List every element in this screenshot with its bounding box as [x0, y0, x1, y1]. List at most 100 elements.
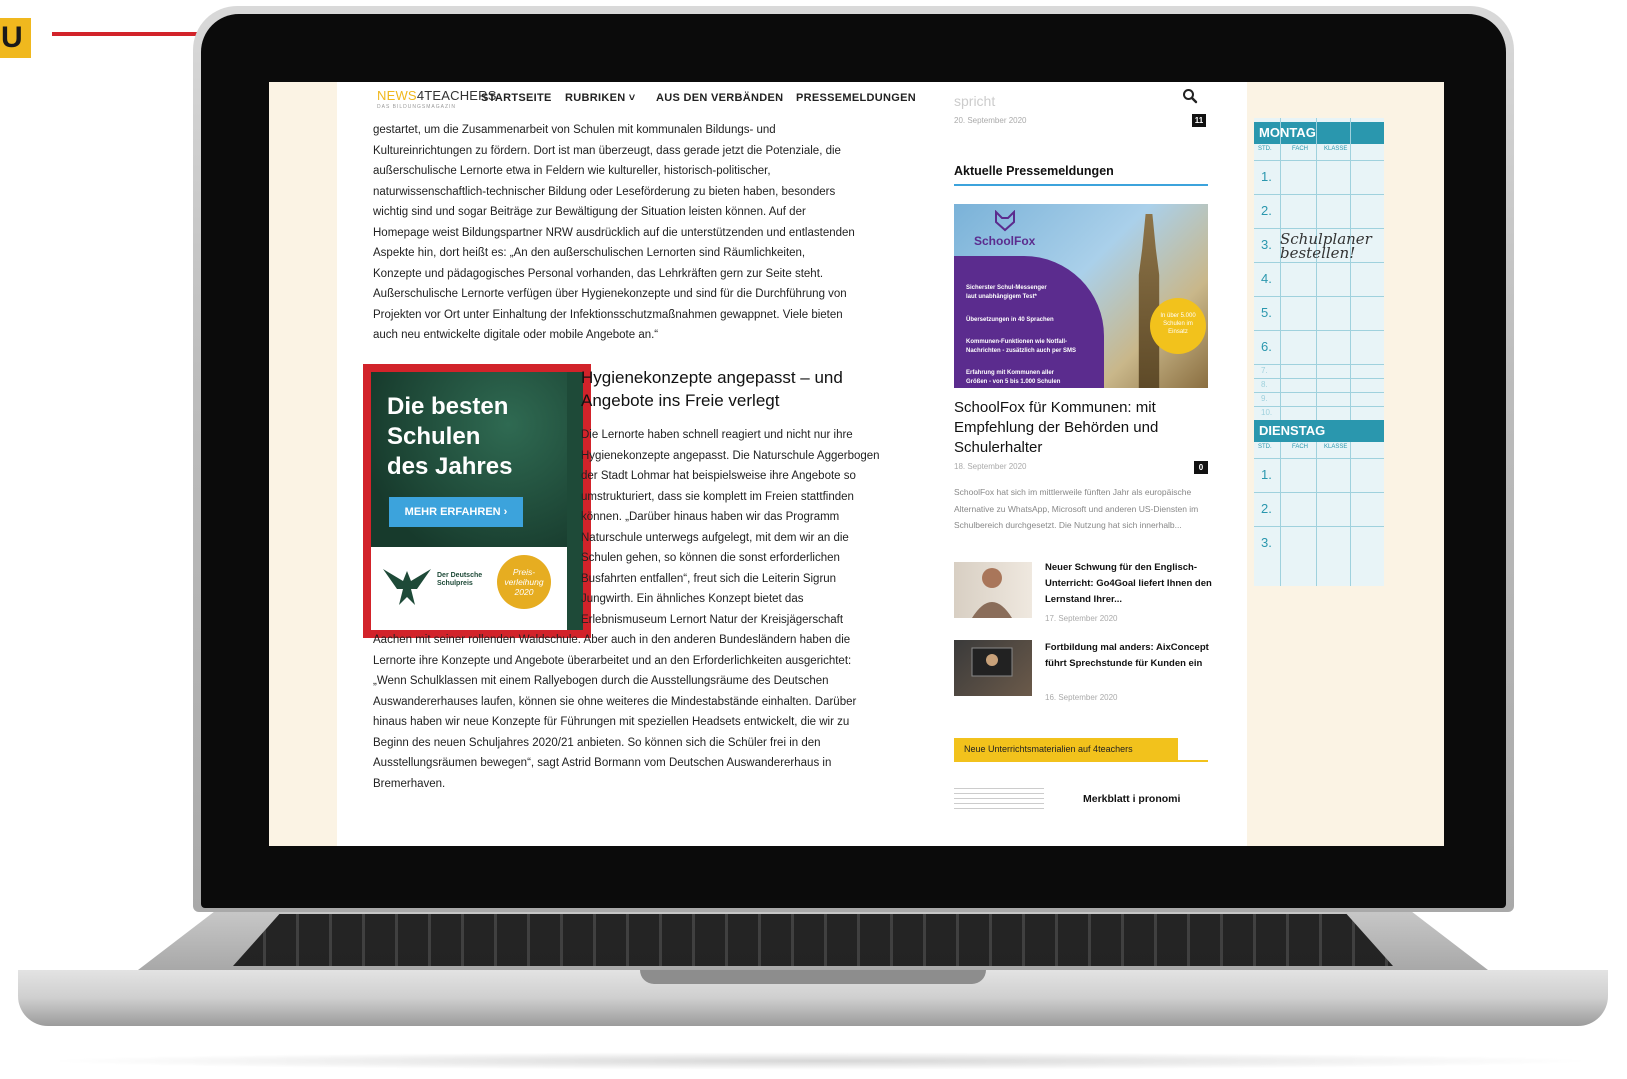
keyboard — [233, 914, 1393, 966]
laptop-shadow — [40, 1052, 1600, 1070]
planner-col-label: KLASSE — [1324, 146, 1348, 152]
sidebar-main-date: 18. September 2020 — [954, 462, 1027, 471]
text-line: Lernorte ihre Konzepte und Angebote über… — [373, 654, 852, 667]
person-photo-icon — [972, 568, 1012, 618]
sidebar-item-date: 16. September 2020 — [1045, 693, 1118, 702]
sidebar-faded-title[interactable]: spricht — [954, 92, 995, 110]
text-line: „Wenn Schulklassen mit einem Rallyebogen… — [373, 675, 829, 687]
text-line: Konzepte und pädagogisches Personal vorh… — [373, 267, 824, 280]
planner-row-number: 2. — [1261, 501, 1272, 516]
planner-row-number: 3. — [1261, 237, 1272, 252]
ad-brand-line: Der Deutsche — [437, 572, 483, 579]
planner-row: 4. — [1254, 262, 1384, 294]
ad-brand-line: Schulpreis — [437, 580, 473, 587]
ad-more-button[interactable]: MEHR ERFAHREN › — [389, 497, 523, 527]
logo-news: NEWS — [377, 88, 417, 103]
text-line: Aachen mit seiner rollenden Waldschule. … — [373, 634, 851, 646]
planner-col-label: STD. — [1258, 146, 1272, 152]
heading-line: Angebote ins Freie verlegt — [581, 391, 780, 410]
clocktower-shape — [1138, 214, 1160, 388]
article-paragraph-1: gestartet, um die Zusammenarbeit von Sch… — [373, 120, 855, 346]
text-line: hinaus haben wir neue Konzepte für Führu… — [373, 716, 850, 728]
nav-pressemeldungen[interactable]: PRESSEMELDUNGEN — [796, 92, 916, 104]
text-line: Erlebnismuseum Lernort Natur der Kreisjä… — [581, 613, 844, 626]
sidebar-main-excerpt: SchoolFox hat sich im mittlerweile fünft… — [954, 487, 1199, 530]
promo-line: Größen - von 5 bis 1.000 Schulen — [966, 379, 1061, 385]
text-line: Schulen gehen, so können die sonst erfor… — [581, 552, 840, 564]
planner-row: 2. — [1254, 194, 1384, 226]
thumbnail-image[interactable] — [954, 640, 1032, 696]
video-call-icon — [971, 647, 1013, 677]
note-line: bestellen! — [1280, 244, 1356, 262]
sidebar-item-date: 17. September 2020 — [1045, 614, 1118, 623]
planner-row-number: 2. — [1261, 203, 1272, 218]
sidebar-item-title[interactable]: Neuer Schwung für den Englisch-Unterrich… — [1045, 560, 1215, 608]
planner-row-number: 5. — [1261, 305, 1272, 320]
laptop-base — [18, 908, 1608, 1048]
text-line: der Stadt Lohmar hat beispielsweise ihre… — [581, 470, 856, 482]
planner-day-monday: MONTAG — [1254, 122, 1384, 144]
text-line: gestartet, um die Zusammenarbeit von Sch… — [373, 124, 776, 136]
planner-row-number: 8. — [1261, 380, 1268, 389]
promo-line: Kommunen-Funktionen wie Notfall- — [966, 339, 1067, 345]
ad-footer: Der Deutsche Schulpreis Preis- verleihun… — [371, 547, 567, 630]
sidebar-item-title[interactable]: Fortbildung mal anders: AixConcept führt… — [1045, 640, 1215, 672]
article-paragraph-2: Die Lernorte haben schnell reagiert und … — [581, 425, 880, 630]
trackpad-notch — [640, 970, 986, 984]
nav-rubriken[interactable]: RUBRIKEN ˅ — [565, 92, 636, 104]
merkblatt-title[interactable]: Merkblatt i pronomi — [1083, 793, 1180, 805]
promo-panel: Sicherster Schul-Messenger laut unabhäng… — [954, 256, 1104, 388]
schoolfox-image[interactable]: SchoolFox Sicherster Schul-Messenger lau… — [954, 204, 1208, 388]
promo-line: Sicherster Schul-Messenger — [966, 285, 1047, 291]
comment-count[interactable]: 0 — [1194, 461, 1208, 474]
materials-label[interactable]: Neue Unterrichtsmaterialien auf 4teacher… — [954, 738, 1178, 760]
text-line: Hygienekonzepte angepasst. Die Naturschu… — [581, 449, 880, 462]
search-icon[interactable] — [1182, 88, 1198, 104]
logo-tagline: DAS BILDUNGSMAGAZIN — [377, 104, 457, 110]
sidebar-faded-date: 20. September 2020 — [954, 116, 1027, 125]
ad-title: Die besten Schulen des Jahres — [387, 392, 512, 482]
text-line: Bremerhaven. — [373, 777, 446, 790]
comment-count[interactable]: 11 — [1192, 114, 1206, 127]
coin-line: In über 5.000 — [1160, 313, 1196, 319]
section-heading: Hygienekonzepte angepasst – und Angebote… — [581, 366, 843, 412]
text-line: Jungwirth. Ein ähnliches Konzept bietet … — [581, 593, 804, 605]
nav-verbaende[interactable]: AUS DEN VERBÄNDEN — [656, 92, 783, 104]
badge-line: verleihung — [504, 577, 544, 587]
planner-handwritten-note: Schulplaner bestellen! — [1280, 232, 1372, 262]
text-line: Auswandererhauses laufen, können sie ohn… — [373, 695, 857, 708]
site-logo[interactable]: NEWS4TEACHERS — [377, 88, 497, 103]
text-line: naturwissenschaftlich-technischer Bildun… — [373, 185, 836, 198]
ad-title-line: Die besten — [387, 393, 509, 420]
text-line: auch neu entwickelte digitale oder mobil… — [373, 329, 659, 341]
planner-row-small: 9. — [1254, 392, 1384, 406]
planner-image[interactable]: MONTAG STD. FACH KLASSE 1. 2. 3. 4. 5. 6… — [1254, 118, 1384, 586]
text-line: außerschulische Lernorte etwa in Feldern… — [373, 165, 771, 177]
planner-row: 1. — [1254, 458, 1384, 490]
sidebar-main-title[interactable]: SchoolFox für Kommunen: mit Empfehlung d… — [954, 398, 1204, 458]
screen: NEWS4TEACHERS DAS BILDUNGSMAGAZIN STARTS… — [269, 82, 1444, 846]
planner-row-number: 10. — [1261, 408, 1273, 417]
sidebar-heading-underline — [954, 184, 1208, 186]
planner-row-number: 3. — [1261, 535, 1272, 550]
ad-title-line: Schulen — [387, 423, 481, 450]
planner-row: 2. — [1254, 492, 1384, 524]
planner-row: 3. — [1254, 526, 1384, 558]
planner-row-number: 7. — [1261, 366, 1268, 375]
text-line: können. „Darüber hinaus haben wir das Pr… — [581, 511, 840, 523]
callout-badge: U — [0, 18, 31, 58]
text-line: Naturschule unterwegs aufgelegt, mit dem… — [581, 531, 849, 544]
ad-banner[interactable]: Die besten Schulen des Jahres MEHR ERFAH… — [363, 364, 591, 638]
planner-row-number: 1. — [1261, 169, 1272, 184]
promo-line: Nachrichten - zusätzlich auch per SMS — [966, 348, 1077, 354]
planner-subheader: STD. FACH KLASSE — [1254, 146, 1384, 156]
document-thumbnail-icon[interactable] — [954, 788, 1044, 810]
planner-row-small: 8. — [1254, 378, 1384, 392]
badge-line: Preis- — [512, 567, 536, 577]
planner-col-label: KLASSE — [1324, 444, 1348, 450]
planner-col-label: STD. — [1258, 444, 1272, 450]
usage-badge: In über 5.000 Schulen im Einsatz — [1150, 298, 1206, 354]
thumbnail-image[interactable] — [954, 562, 1032, 618]
nav-startseite[interactable]: STARTSEITE — [481, 92, 552, 104]
stage: U NEWS4TEACHERS DAS BILDUNGSMAGAZIN STAR… — [0, 0, 1627, 1079]
